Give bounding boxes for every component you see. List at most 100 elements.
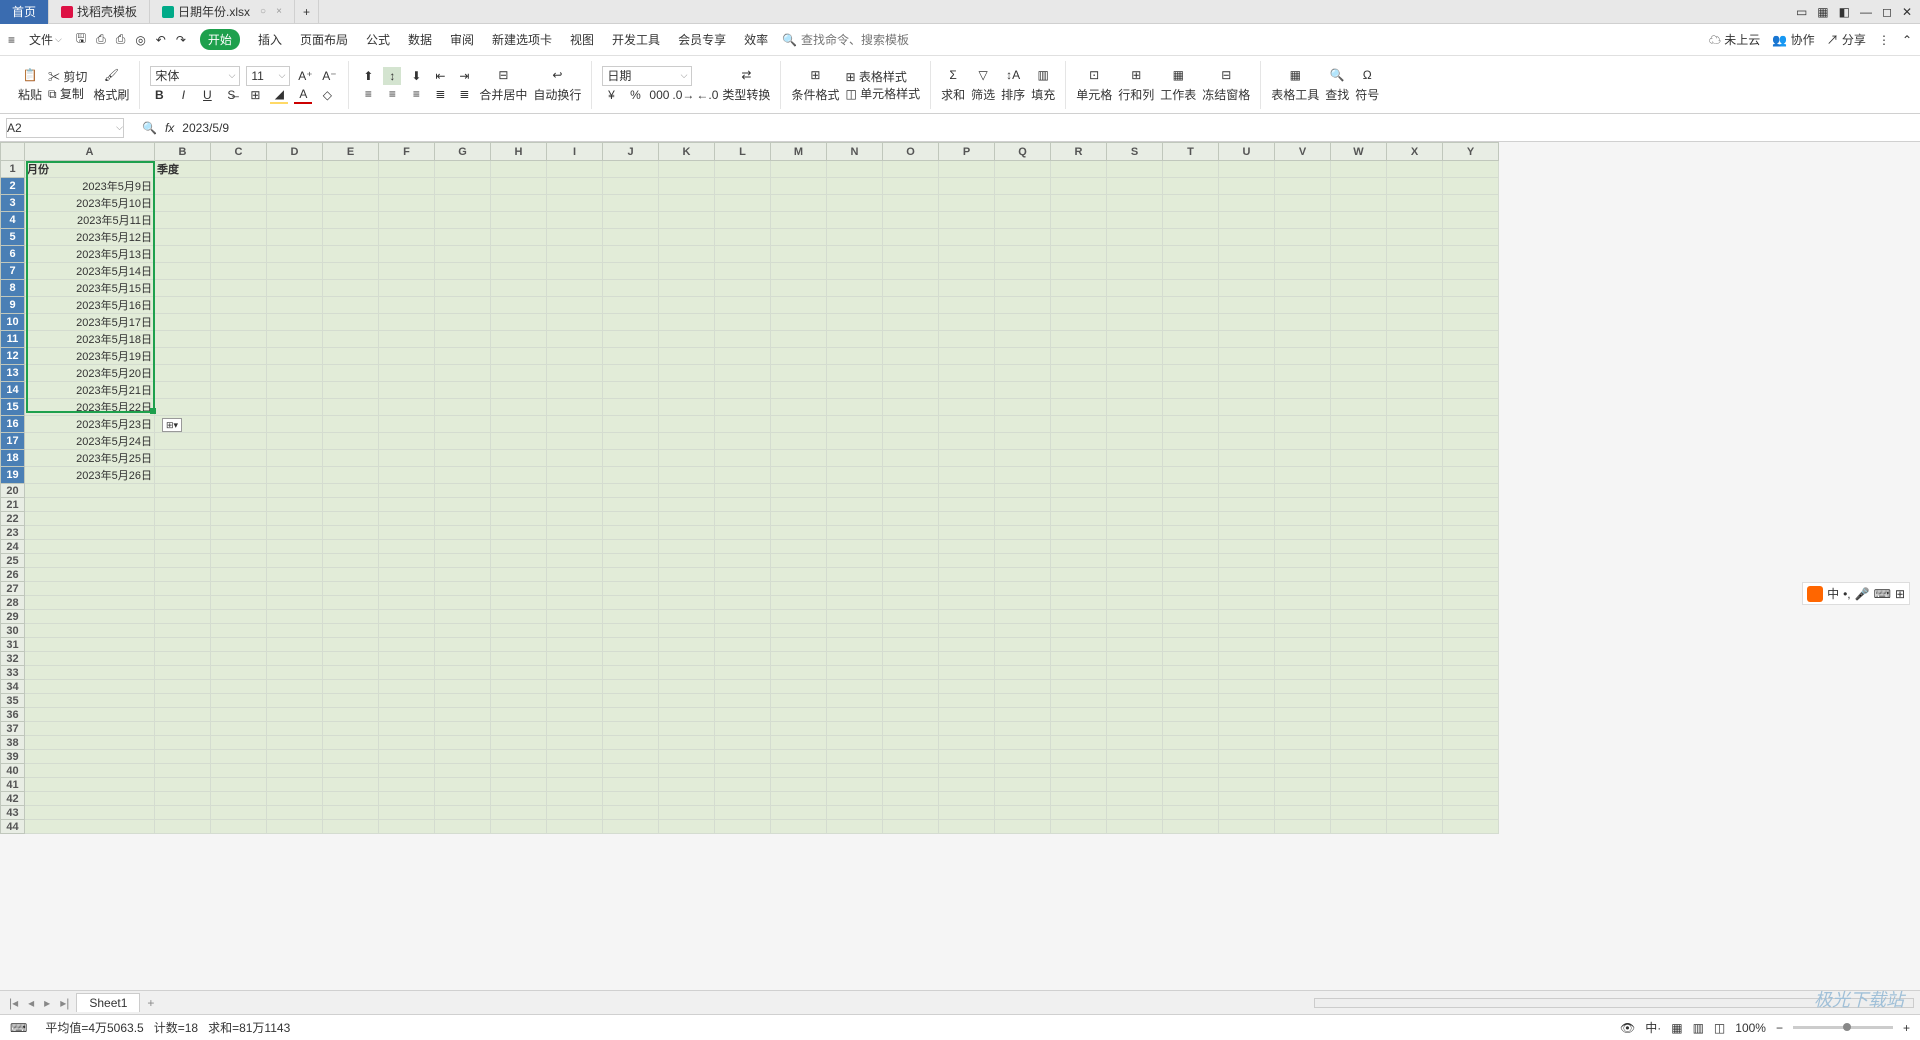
cell[interactable] bbox=[435, 806, 491, 820]
cell[interactable] bbox=[995, 512, 1051, 526]
cell[interactable] bbox=[1331, 297, 1387, 314]
cell[interactable] bbox=[491, 778, 547, 792]
cell[interactable] bbox=[827, 624, 883, 638]
cell[interactable] bbox=[1219, 416, 1275, 433]
fill-button[interactable]: ▥填充 bbox=[1031, 66, 1055, 103]
cell[interactable] bbox=[1275, 365, 1331, 382]
cell[interactable] bbox=[603, 820, 659, 834]
cond-format-button[interactable]: ⊞条件格式 bbox=[791, 66, 839, 103]
find-button[interactable]: 🔍查找 bbox=[1325, 66, 1349, 103]
tab-formula[interactable]: 公式 bbox=[366, 31, 390, 48]
cell[interactable] bbox=[883, 382, 939, 399]
search-input[interactable] bbox=[801, 33, 921, 47]
cell[interactable] bbox=[883, 484, 939, 498]
cell[interactable] bbox=[1051, 540, 1107, 554]
cell[interactable] bbox=[491, 314, 547, 331]
cell[interactable] bbox=[211, 764, 267, 778]
cell[interactable] bbox=[491, 416, 547, 433]
cell[interactable] bbox=[715, 792, 771, 806]
cell[interactable] bbox=[771, 652, 827, 666]
cell[interactable] bbox=[1387, 512, 1443, 526]
view-normal-icon[interactable]: ▦ bbox=[1671, 1021, 1682, 1035]
cell[interactable] bbox=[1275, 652, 1331, 666]
cell[interactable] bbox=[995, 680, 1051, 694]
cell[interactable] bbox=[25, 736, 155, 750]
cell[interactable] bbox=[1163, 582, 1219, 596]
cell[interactable] bbox=[547, 498, 603, 512]
cell[interactable] bbox=[267, 820, 323, 834]
cell[interactable] bbox=[1387, 666, 1443, 680]
cell[interactable] bbox=[1387, 652, 1443, 666]
cell[interactable] bbox=[1219, 708, 1275, 722]
cell[interactable] bbox=[603, 498, 659, 512]
cell[interactable] bbox=[1275, 792, 1331, 806]
cell[interactable] bbox=[883, 778, 939, 792]
cell[interactable] bbox=[491, 638, 547, 652]
cell[interactable] bbox=[1107, 624, 1163, 638]
cell[interactable] bbox=[883, 416, 939, 433]
cell[interactable] bbox=[603, 280, 659, 297]
cell[interactable] bbox=[547, 596, 603, 610]
cell[interactable] bbox=[1107, 764, 1163, 778]
cell[interactable] bbox=[883, 229, 939, 246]
col-header[interactable]: N bbox=[827, 143, 883, 161]
cell[interactable] bbox=[323, 297, 379, 314]
cell[interactable] bbox=[211, 161, 267, 178]
cell[interactable] bbox=[1331, 433, 1387, 450]
cell[interactable] bbox=[1163, 212, 1219, 229]
cell[interactable] bbox=[771, 666, 827, 680]
cell[interactable] bbox=[1219, 399, 1275, 416]
cell[interactable] bbox=[939, 161, 995, 178]
cell[interactable] bbox=[1443, 348, 1499, 365]
cell[interactable] bbox=[1163, 680, 1219, 694]
cell[interactable] bbox=[1051, 722, 1107, 736]
cell[interactable] bbox=[883, 820, 939, 834]
row-header[interactable]: 3 bbox=[1, 195, 25, 212]
cell[interactable] bbox=[1331, 750, 1387, 764]
cell[interactable] bbox=[25, 764, 155, 778]
cell[interactable] bbox=[883, 195, 939, 212]
cell[interactable] bbox=[435, 161, 491, 178]
cell[interactable] bbox=[155, 178, 211, 195]
cell[interactable] bbox=[547, 666, 603, 680]
cell[interactable] bbox=[547, 582, 603, 596]
cell[interactable] bbox=[547, 680, 603, 694]
cell[interactable]: 2023年5月11日 bbox=[25, 212, 155, 229]
cell[interactable] bbox=[659, 382, 715, 399]
cell[interactable] bbox=[25, 582, 155, 596]
cell[interactable] bbox=[1443, 178, 1499, 195]
cell[interactable] bbox=[1275, 416, 1331, 433]
cell[interactable] bbox=[1107, 450, 1163, 467]
cell[interactable] bbox=[715, 624, 771, 638]
cell[interactable] bbox=[1051, 178, 1107, 195]
cell[interactable] bbox=[267, 806, 323, 820]
cell[interactable] bbox=[1051, 792, 1107, 806]
formula-input[interactable] bbox=[182, 121, 582, 135]
cell[interactable] bbox=[1051, 399, 1107, 416]
cell[interactable] bbox=[25, 792, 155, 806]
cell[interactable] bbox=[1051, 297, 1107, 314]
cell[interactable] bbox=[435, 666, 491, 680]
cell[interactable] bbox=[323, 314, 379, 331]
cell[interactable] bbox=[1331, 680, 1387, 694]
cell[interactable] bbox=[939, 708, 995, 722]
cell[interactable] bbox=[1443, 750, 1499, 764]
underline-button[interactable]: U bbox=[198, 86, 216, 104]
cell[interactable] bbox=[1275, 624, 1331, 638]
cell[interactable] bbox=[771, 484, 827, 498]
col-header[interactable]: V bbox=[1275, 143, 1331, 161]
cell[interactable] bbox=[1163, 178, 1219, 195]
cell[interactable] bbox=[1443, 467, 1499, 484]
cell[interactable] bbox=[939, 178, 995, 195]
cell[interactable] bbox=[1051, 736, 1107, 750]
cell[interactable] bbox=[267, 526, 323, 540]
cell[interactable] bbox=[771, 314, 827, 331]
cell[interactable] bbox=[883, 365, 939, 382]
cell[interactable] bbox=[939, 263, 995, 280]
cell[interactable] bbox=[771, 512, 827, 526]
cell[interactable] bbox=[995, 399, 1051, 416]
cell[interactable] bbox=[25, 540, 155, 554]
cell[interactable] bbox=[603, 246, 659, 263]
cell[interactable] bbox=[155, 467, 211, 484]
cell[interactable] bbox=[1387, 314, 1443, 331]
